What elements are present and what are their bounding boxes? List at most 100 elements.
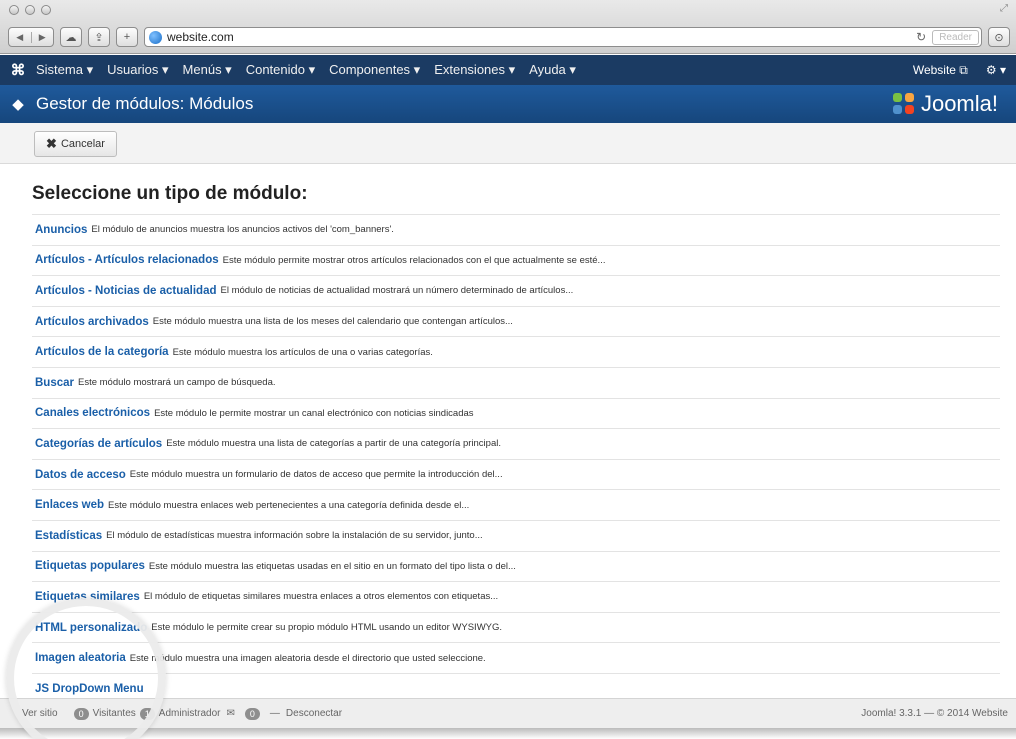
module-type-description: Este módulo muestra las etiquetas usadas…	[148, 560, 516, 572]
share-icon: ⇪	[94, 31, 104, 44]
module-type-description: Este módulo muestra un formulario de dat…	[129, 469, 503, 481]
visitors-label: Visitantes	[92, 708, 136, 719]
module-type-row: Imagen aleatoria Este módulo muestra una …	[32, 642, 1000, 673]
module-type-link[interactable]: Imagen aleatoria	[35, 652, 126, 664]
menu-componentes[interactable]: Componentes ▾	[329, 62, 420, 78]
module-type-link[interactable]: Datos de acceso	[35, 469, 126, 481]
module-type-row: Datos de acceso Este módulo muestra un fo…	[32, 458, 1000, 490]
website-link[interactable]: Website ⧉	[913, 63, 968, 78]
module-type-row: Artículos archivados Este módulo muestra …	[32, 305, 1000, 337]
forward-icon[interactable]: ▶	[32, 32, 54, 43]
module-type-link[interactable]: HTML personalizado	[35, 622, 147, 634]
url-text: website.com	[167, 30, 234, 44]
icloud-button[interactable]: ☁	[60, 27, 82, 47]
joomla-brand-text: Joomla!	[920, 91, 998, 116]
module-type-link[interactable]: JS DropDown Menu	[35, 683, 144, 695]
module-type-description: Este módulo mostrará un campo de búsqued…	[78, 377, 276, 389]
section-heading: Seleccione un tipo de módulo:	[32, 183, 308, 204]
module-type-description: Este módulo muestra enlaces web pertenec…	[108, 499, 470, 511]
module-type-link[interactable]: Categorías de artículos	[35, 438, 162, 450]
module-type-description: Este módulo le permite mostrar un canal …	[154, 407, 474, 419]
menu-menus[interactable]: Menús ▾	[183, 62, 232, 78]
reload-icon[interactable]: ↻	[916, 30, 926, 44]
module-type-row: Artículos - Artículos relacionados Este m…	[32, 244, 1000, 276]
module-type-link[interactable]: Estadísticas	[35, 530, 102, 542]
action-toolbar: ✖ Cancelar	[0, 123, 1016, 164]
module-type-row: Etiquetas populares Este módulo muestra l…	[32, 550, 1000, 582]
module-type-row: Categorías de artículos Este módulo muest…	[32, 428, 1000, 459]
main-content: Seleccione un tipo de módulo: Anuncios El…	[0, 165, 1016, 698]
downloads-button[interactable]: ⊙	[988, 27, 1010, 47]
module-type-description: El módulo de estadísticas muestra inform…	[106, 530, 483, 542]
address-bar[interactable]: website.com ↻ Reader	[144, 27, 982, 47]
cancel-label: Cancelar	[60, 138, 105, 150]
globe-icon	[149, 30, 162, 44]
module-type-link[interactable]: Artículos - Noticias de actualidad	[35, 285, 216, 297]
page-header: ◆ Gestor de módulos: Módulos Joomla!	[0, 85, 1016, 123]
module-type-link[interactable]: Etiquetas populares	[35, 560, 145, 572]
module-type-description: El módulo de etiquetas similares muestra…	[143, 591, 499, 603]
window-shadow	[0, 728, 1016, 739]
admin-label: Administrador	[158, 708, 221, 719]
logout-link[interactable]: Desconectar	[286, 708, 342, 719]
menu-ayuda[interactable]: Ayuda ▾	[529, 62, 576, 78]
reader-button[interactable]: Reader	[932, 29, 979, 45]
plus-icon: +	[123, 31, 131, 43]
menu-usuarios[interactable]: Usuarios ▾	[107, 62, 168, 78]
mail-icon: ✉	[226, 708, 235, 719]
joomla-logo: Joomla!	[892, 91, 1016, 117]
module-type-link[interactable]: Buscar	[35, 377, 74, 389]
module-type-description: Este módulo muestra una lista de los mes…	[152, 316, 513, 328]
module-type-link[interactable]: Artículos de la categoría	[35, 346, 169, 358]
back-icon[interactable]: ◀	[9, 31, 32, 43]
new-tab-button[interactable]: +	[116, 27, 138, 47]
module-type-row: Etiquetas similares El módulo de etiqueta…	[32, 581, 1000, 612]
module-type-description: Este módulo permite mostrar otros artícu…	[222, 254, 606, 266]
joomla-mark-icon	[892, 93, 917, 115]
module-type-row: Anuncios El módulo de anuncios muestra lo…	[32, 214, 1000, 245]
back-forward-buttons[interactable]: ◀ ▶	[8, 27, 54, 47]
visitors-count-badge: 0	[73, 707, 89, 720]
settings-dropdown[interactable]: ⚙ ▾	[986, 63, 1006, 78]
menu-extensiones[interactable]: Extensiones ▾	[434, 62, 515, 78]
module-type-row: Enlaces web Este módulo muestra enlaces w…	[32, 489, 1000, 520]
module-type-link[interactable]: Enlaces web	[35, 499, 104, 511]
module-type-link[interactable]: Canales electrónicos	[35, 407, 150, 419]
share-button[interactable]: ⇪	[88, 27, 110, 47]
close-icon: ✖	[46, 136, 57, 151]
fullscreen-icon[interactable]: ⤢	[1000, 3, 1008, 14]
cube-icon: ◆	[12, 96, 24, 113]
menu-sistema[interactable]: Sistema ▾	[36, 62, 93, 78]
navbar-right: Website ⧉ ⚙ ▾	[913, 63, 1016, 78]
admin-count-badge: 1	[139, 707, 155, 720]
view-site-link[interactable]: Ver sitio	[22, 708, 58, 719]
module-type-link[interactable]: Anuncios	[35, 224, 87, 236]
module-type-link[interactable]: Etiquetas similares	[35, 591, 140, 603]
browser-toolbar: ◀ ▶ ☁ ⇪ + website.com ↻ Reader ⊙	[8, 27, 1010, 47]
module-type-description: Este módulo muestra una imagen aleatoria…	[129, 652, 486, 664]
browser-chrome: ⤢ ◀ ▶ ☁ ⇪ + website.com ↻ Reader ⊙	[0, 0, 1016, 54]
module-type-description: Este módulo muestra los artículos de una…	[172, 346, 433, 358]
module-type-row: Buscar Este módulo mostrará un campo de b…	[32, 366, 1000, 398]
module-type-row: Canales electrónicos Este módulo le permi…	[32, 397, 1000, 429]
window-controls	[9, 5, 51, 15]
close-window-button[interactable]	[9, 5, 19, 15]
module-type-description: Este módulo le permite crear su propio m…	[151, 622, 503, 634]
module-type-row: HTML personalizado Este módulo le permite…	[32, 611, 1000, 643]
module-type-description: Este módulo muestra una lista de categor…	[166, 438, 501, 450]
cancel-button[interactable]: ✖ Cancelar	[34, 131, 117, 157]
cloud-icon: ☁	[65, 31, 77, 44]
module-type-row: JS DropDown Menu	[32, 672, 1000, 698]
module-type-description: El módulo de noticias de actualidad most…	[220, 285, 574, 297]
zoom-window-button[interactable]	[41, 5, 51, 15]
menu-contenido[interactable]: Contenido ▾	[246, 62, 315, 78]
module-type-list: Anuncios El módulo de anuncios muestra lo…	[32, 214, 1000, 698]
logout-icon: —	[269, 708, 280, 719]
status-footer: Ver sitio 0 Visitantes 1 Administrador ✉…	[0, 698, 1016, 728]
joomla-icon[interactable]: ⌘	[0, 61, 36, 79]
module-type-row: Artículos - Noticias de actualidad El mód…	[32, 275, 1000, 306]
main-menu: Sistema ▾ Usuarios ▾ Menús ▾ Contenido ▾…	[36, 62, 576, 78]
module-type-link[interactable]: Artículos - Artículos relacionados	[35, 254, 219, 266]
module-type-link[interactable]: Artículos archivados	[35, 316, 149, 328]
minimize-window-button[interactable]	[25, 5, 35, 15]
